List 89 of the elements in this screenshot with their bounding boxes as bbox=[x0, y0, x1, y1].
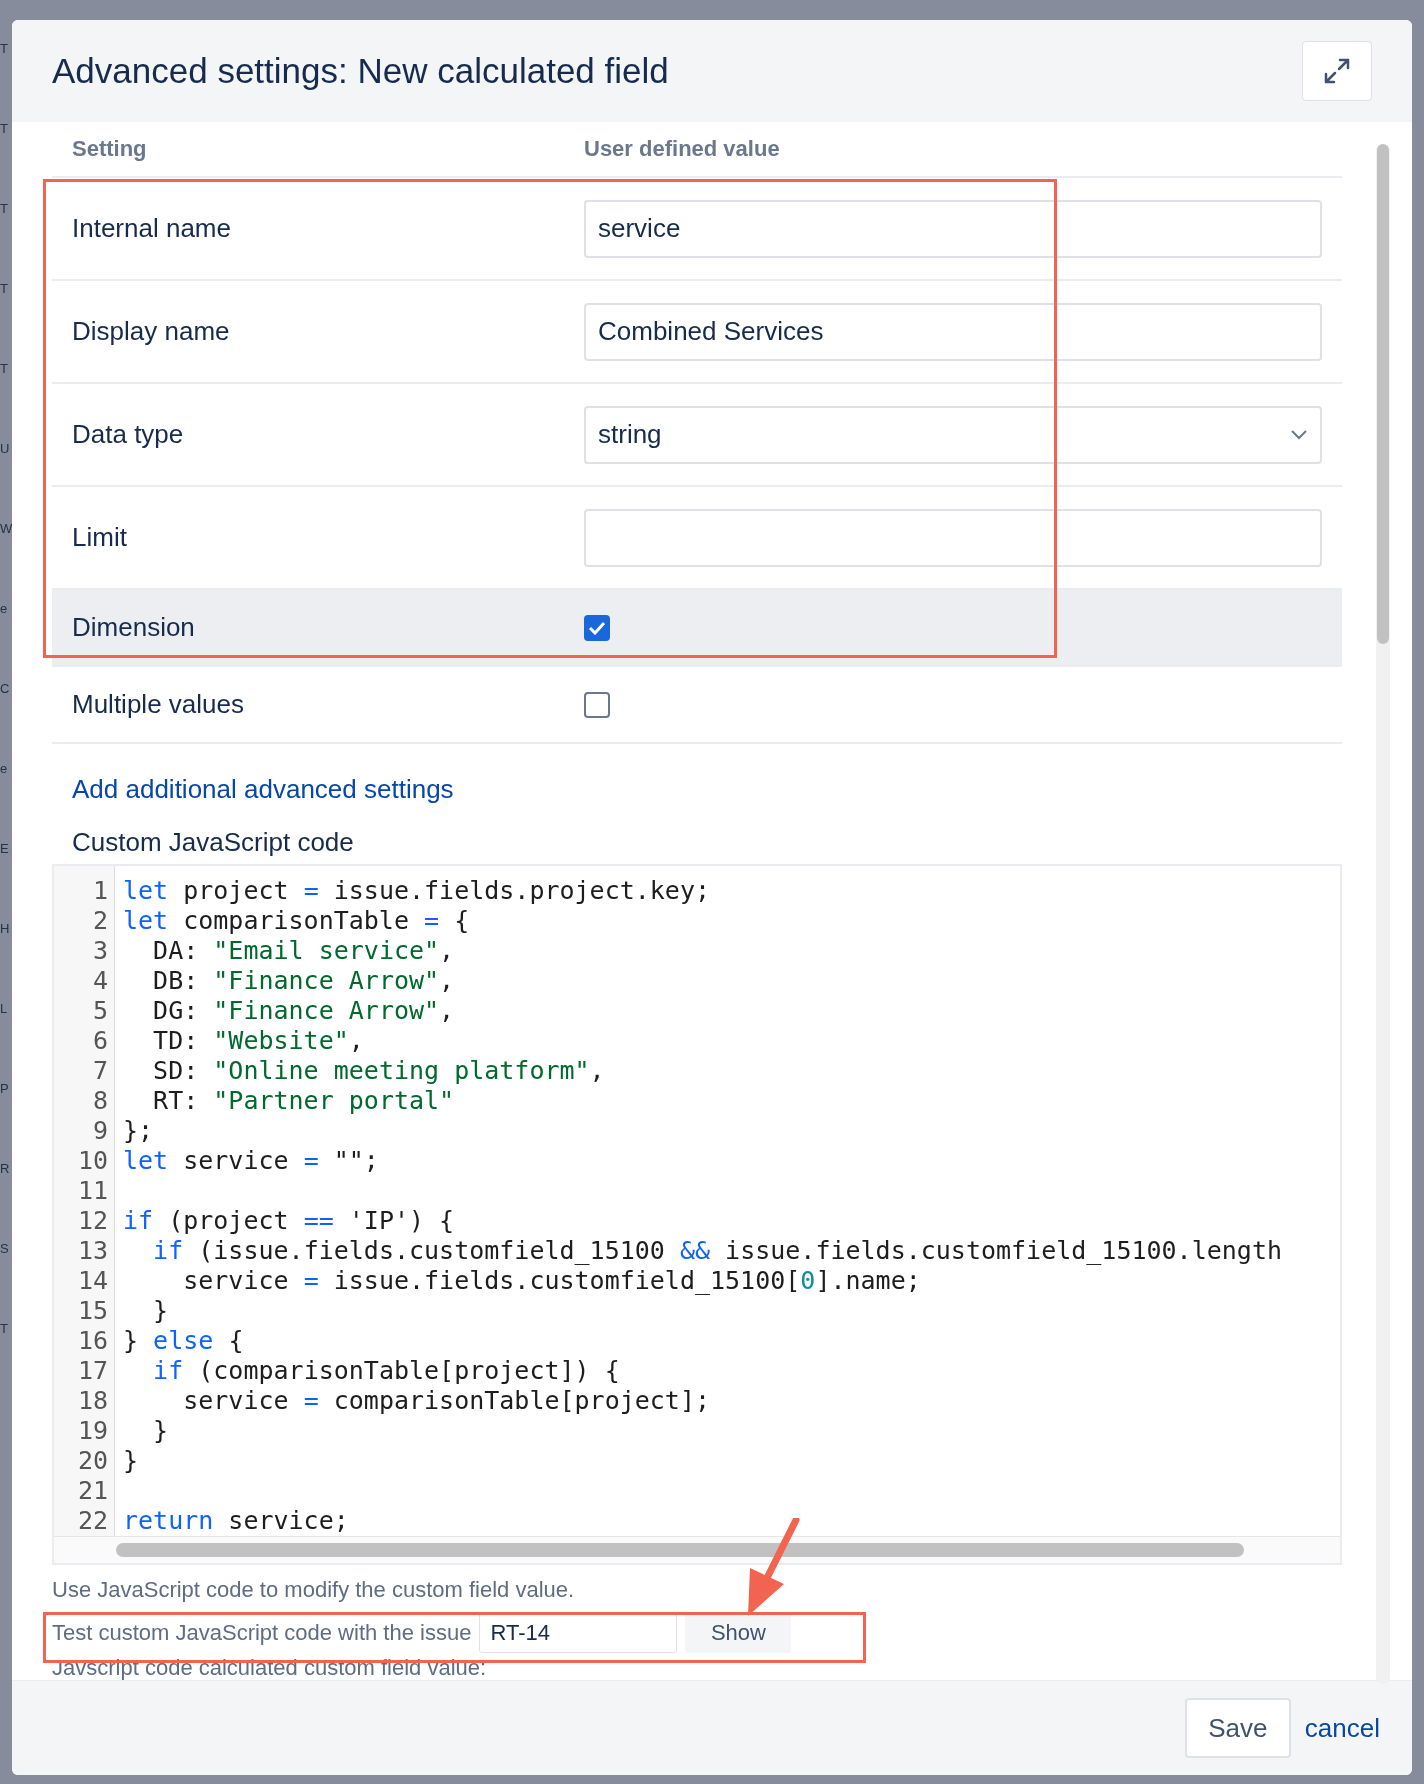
line-number: 14 bbox=[77, 1266, 109, 1296]
scrollbar-thumb[interactable] bbox=[1377, 144, 1389, 644]
text-input-field[interactable]: Combined Services bbox=[584, 302, 1322, 361]
line-number: 8 bbox=[92, 1086, 109, 1116]
code-line: DB: "Finance Arrow", bbox=[152, 966, 456, 996]
code-line: RT: "Partner portal" bbox=[152, 1086, 456, 1116]
background-text: T bbox=[0, 280, 9, 298]
setting-label: Display name bbox=[72, 316, 231, 347]
setting-label: Data type bbox=[72, 419, 185, 450]
background-text: C bbox=[0, 680, 11, 698]
background-text: T bbox=[0, 360, 9, 378]
setting-label: Dimension bbox=[72, 612, 196, 643]
line-number: 4 bbox=[92, 966, 109, 996]
chevron-down-icon bbox=[1290, 428, 1308, 441]
code-line: } bbox=[152, 1416, 170, 1446]
code-line: }; bbox=[123, 1116, 155, 1146]
background-text: R bbox=[0, 1160, 11, 1178]
background-text: E bbox=[0, 840, 10, 858]
setting-label: Limit bbox=[72, 522, 128, 553]
line-number: 11 bbox=[77, 1176, 109, 1206]
background-text: T bbox=[0, 200, 9, 218]
line-number: 10 bbox=[77, 1146, 109, 1176]
code-line: DG: "Finance Arrow", bbox=[152, 996, 456, 1026]
checkbox[interactable] bbox=[584, 691, 610, 718]
line-number: 5 bbox=[92, 996, 109, 1026]
line-number: 3 bbox=[92, 936, 109, 966]
add-settings-link[interactable]: Add additional advanced settings bbox=[72, 774, 454, 805]
checkbox[interactable] bbox=[584, 614, 610, 641]
line-number: 13 bbox=[77, 1236, 109, 1266]
background-text: T bbox=[0, 40, 9, 58]
cancel-link[interactable]: cancel bbox=[1304, 1712, 1380, 1744]
code-line: service = issue.fields.customfield_15100[0].name; bbox=[182, 1266, 922, 1296]
dialog-title: Advanced settings: New calculated field bbox=[52, 51, 669, 91]
background-text: e bbox=[0, 600, 9, 618]
line-number: 21 bbox=[77, 1476, 109, 1506]
code-editor[interactable] bbox=[52, 864, 1342, 1565]
line-number: 7 bbox=[92, 1056, 109, 1086]
background-text: L bbox=[0, 1000, 9, 1018]
line-number: 20 bbox=[77, 1446, 109, 1476]
setting-label: Internal name bbox=[72, 213, 232, 244]
line-number: 12 bbox=[77, 1206, 109, 1236]
line-number: 6 bbox=[92, 1026, 109, 1056]
setting-label: Multiple values bbox=[72, 689, 245, 720]
save-button[interactable]: Save bbox=[1184, 1698, 1291, 1758]
section-label: Custom JavaScript code bbox=[72, 827, 355, 858]
code-line: let service = ""; bbox=[123, 1146, 380, 1176]
line-number: 2 bbox=[92, 906, 109, 936]
line-number: 1 bbox=[92, 876, 109, 906]
line-number: 22 bbox=[77, 1506, 109, 1536]
scrollbar-thumb[interactable] bbox=[116, 1543, 1244, 1557]
line-number: 9 bbox=[92, 1116, 109, 1146]
line-number: 15 bbox=[77, 1296, 109, 1326]
code-line: } bbox=[152, 1296, 170, 1326]
background-text: T bbox=[0, 1320, 9, 1338]
code-line: TD: "Website", bbox=[152, 1026, 365, 1056]
background-text: e bbox=[0, 760, 9, 778]
background-text: H bbox=[0, 920, 11, 938]
line-number: 16 bbox=[77, 1326, 109, 1356]
select-field[interactable]: string bbox=[584, 405, 1322, 464]
code-line: let comparisonTable = { bbox=[123, 906, 471, 936]
issue-input-field[interactable]: RT-14 bbox=[479, 1613, 678, 1653]
test-label: Test custom JavaScript code with the issue bbox=[52, 1620, 472, 1646]
code-line: service = comparisonTable[project]; bbox=[182, 1386, 712, 1416]
background-text: U bbox=[0, 440, 11, 458]
code-line: } else { bbox=[123, 1326, 245, 1356]
show-button[interactable]: Show bbox=[685, 1613, 792, 1653]
background-text: P bbox=[0, 1080, 10, 1098]
line-number: 19 bbox=[77, 1416, 109, 1446]
code-line: } bbox=[123, 1446, 140, 1476]
background-text: S bbox=[0, 1240, 10, 1258]
line-number: 18 bbox=[77, 1386, 109, 1416]
code-line: SD: "Online meeting platform", bbox=[152, 1056, 606, 1086]
code-line: if (issue.fields.customfield_15100 && issue.fields.customfield_15100.length bbox=[152, 1236, 1283, 1266]
column-header: User defined value bbox=[584, 136, 781, 162]
background-text: W bbox=[0, 520, 12, 538]
line-number: 17 bbox=[77, 1356, 109, 1386]
code-line: return service; bbox=[123, 1506, 350, 1536]
code-line: let project = issue.fields.project.key; bbox=[123, 876, 712, 906]
text-input-field[interactable]: service bbox=[584, 199, 1322, 258]
column-header: Setting bbox=[72, 136, 148, 162]
expand-icon bbox=[1322, 56, 1352, 86]
check-icon bbox=[588, 620, 606, 635]
help-text: Use JavaScript code to modify the custom field value. bbox=[52, 1577, 576, 1603]
text-input-field[interactable] bbox=[584, 508, 1322, 567]
code-line: if (comparisonTable[project]) { bbox=[152, 1356, 621, 1386]
expand-button[interactable] bbox=[1302, 41, 1372, 101]
code-line: if (project == 'IP') { bbox=[123, 1206, 456, 1236]
background-text: T bbox=[0, 120, 9, 138]
code-line: DA: "Email service", bbox=[152, 936, 456, 966]
